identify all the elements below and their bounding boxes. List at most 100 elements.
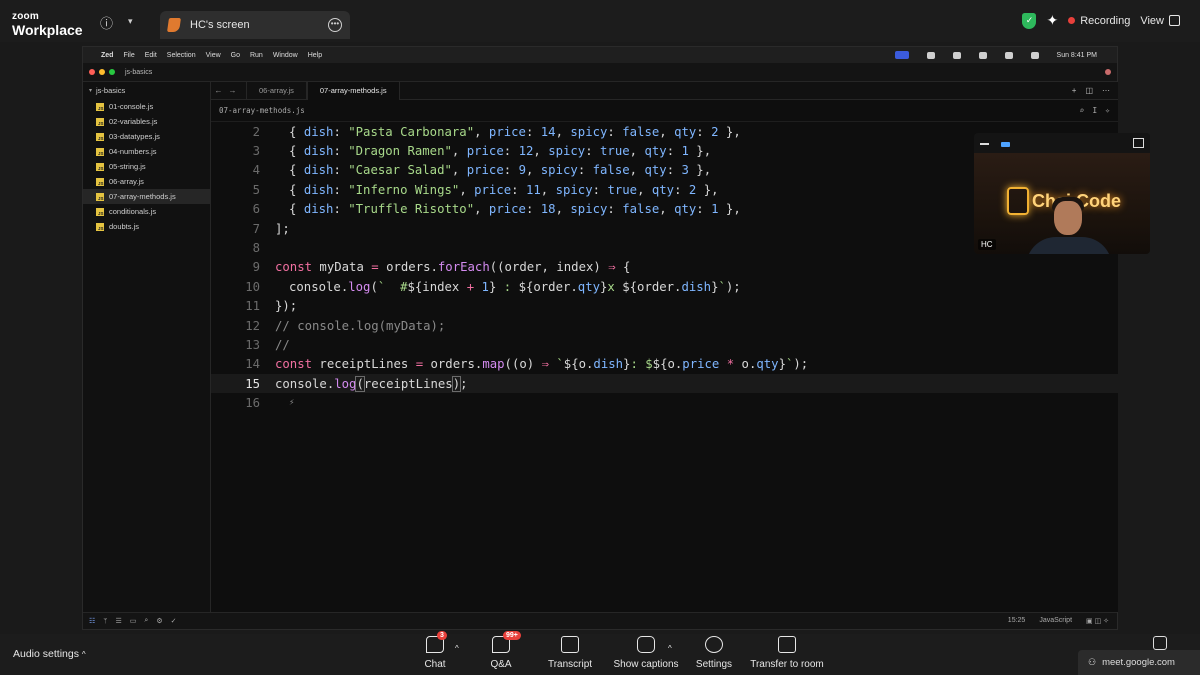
cursor-position[interactable]: 15:25: [1008, 617, 1026, 625]
menu-run[interactable]: Run: [250, 52, 263, 59]
meet-url: meet.google.com: [1102, 657, 1175, 668]
js-file-icon: JS: [96, 162, 104, 171]
new-tab-icon[interactable]: +: [1072, 86, 1077, 95]
outline-icon[interactable]: ☰: [115, 617, 121, 625]
file-item-conditionals[interactable]: JS conditionals.js: [83, 204, 210, 219]
menu-clock[interactable]: Sun 8:41 PM: [1057, 52, 1097, 59]
recording-indicator[interactable]: Recording: [1068, 15, 1130, 27]
qa-button[interactable]: 99+ Q&A: [484, 631, 521, 670]
status-badge-icon[interactable]: [894, 51, 909, 59]
tab-06-array[interactable]: 06-array.js: [246, 81, 307, 100]
breadcrumb: 07-array-methods.js ⌕ I ✧: [211, 100, 1118, 122]
view-label: View: [1140, 14, 1164, 27]
shared-mac-screen: Zed File Edit Selection View Go Run Wind…: [82, 46, 1118, 630]
minimize-window-icon[interactable]: [99, 69, 105, 75]
transfer-to-room-button[interactable]: Transfer to room: [748, 636, 826, 670]
settings-button[interactable]: Settings: [694, 636, 734, 670]
control-icon[interactable]: [952, 51, 961, 59]
video-feed: Chai Code HC: [974, 153, 1150, 254]
file-item-05-string[interactable]: JS 05-string.js: [83, 159, 210, 174]
file-label: 05-string.js: [109, 162, 146, 171]
line-number: 16: [245, 396, 260, 411]
git-branch-icon[interactable]: ᛘ: [103, 618, 107, 625]
project-panel-icon[interactable]: ☷: [89, 617, 95, 625]
assistant-icon[interactable]: ✧: [1105, 106, 1110, 115]
chevron-up-icon: ^: [81, 650, 86, 659]
menu-selection[interactable]: Selection: [167, 52, 196, 59]
project-name[interactable]: js-basics: [125, 69, 152, 76]
diagnostics-icon[interactable]: ✓: [171, 617, 177, 625]
ai-companion-icon[interactable]: ✦: [1046, 12, 1058, 29]
user-avatar[interactable]: [1105, 69, 1111, 75]
file-item-07-array-methods[interactable]: JS 07-array-methods.js: [83, 189, 210, 204]
transcript-button[interactable]: Transcript: [546, 636, 594, 670]
sidebar-root-folder[interactable]: ▾ js-basics: [83, 82, 210, 99]
presenter-video[interactable]: Chai Code HC: [974, 133, 1150, 254]
close-window-icon[interactable]: [89, 69, 95, 75]
menu-file[interactable]: File: [123, 52, 134, 59]
file-item-06-array[interactable]: JS 06-array.js: [83, 174, 210, 189]
security-shield-icon[interactable]: ✓: [1022, 12, 1037, 29]
resize-video-icon[interactable]: [1133, 138, 1144, 148]
raise-hand-icon[interactable]: [1153, 636, 1167, 650]
menu-window[interactable]: Window: [273, 52, 298, 59]
chat-options-chevron-icon[interactable]: ^: [455, 644, 459, 653]
menu-app-zed[interactable]: Zed: [101, 52, 113, 59]
nav-back-forward-icon[interactable]: ←→: [211, 86, 246, 95]
menu-help[interactable]: Help: [308, 52, 322, 59]
file-item-04-numbers[interactable]: JS 04-numbers.js: [83, 144, 210, 159]
chevron-down-icon[interactable]: ▾: [128, 16, 133, 27]
js-file-icon: JS: [96, 192, 104, 201]
qa-badge: 99+: [503, 631, 521, 640]
video-header: [974, 133, 1150, 153]
file-label: 03-datatypes.js: [109, 132, 160, 141]
more-options-icon[interactable]: •••: [328, 18, 342, 32]
file-item-02-variables[interactable]: JS 02-variables.js: [83, 114, 210, 129]
chat-button[interactable]: 3 Chat: [420, 631, 450, 670]
code-line: 16 ⚡: [211, 393, 1118, 412]
line-number: 3: [252, 144, 260, 159]
file-label: 04-numbers.js: [109, 147, 157, 156]
cursor-icon[interactable]: I: [1092, 106, 1097, 115]
maximize-window-icon[interactable]: [109, 69, 115, 75]
search-icon[interactable]: ⌕: [1080, 106, 1085, 115]
terminal-icon[interactable]: ▭: [130, 617, 137, 625]
menu-edit[interactable]: Edit: [145, 52, 157, 59]
tab-07-array-methods[interactable]: 07-array-methods.js: [306, 81, 400, 100]
menu-go[interactable]: Go: [231, 52, 240, 59]
language-selector[interactable]: JavaScript: [1039, 617, 1072, 625]
menu-view[interactable]: View: [206, 52, 221, 59]
grid-view-icon: [1169, 15, 1180, 26]
status-icons[interactable]: ▣ ◫ ✧: [1086, 617, 1109, 625]
video-layout-icon[interactable]: [1001, 142, 1010, 147]
zoom-logo-line2: Workplace: [12, 22, 83, 38]
more-icon[interactable]: ⋯: [1102, 86, 1110, 95]
breadcrumb-file[interactable]: 07-array-methods.js: [219, 106, 305, 115]
code-line: 11});: [211, 297, 1118, 316]
transcript-label: Transcript: [547, 659, 593, 670]
js-file-icon: JS: [96, 177, 104, 186]
control-center-icon[interactable]: [1030, 51, 1039, 59]
bluetooth-icon[interactable]: [978, 51, 987, 59]
split-pane-icon[interactable]: ◫: [1085, 86, 1093, 95]
debug-icon[interactable]: ⚙: [156, 617, 162, 625]
code-line: 14 const receiptLines = orders.map((o) ⇒ …: [211, 355, 1118, 374]
view-button[interactable]: View: [1140, 15, 1180, 27]
info-icon[interactable]: ⓘ: [100, 13, 113, 32]
search-panel-icon[interactable]: ⌕: [144, 617, 148, 625]
show-captions-button[interactable]: Show captions: [612, 636, 680, 670]
audio-settings-button[interactable]: Audio settings ^: [13, 648, 86, 660]
file-item-doubts[interactable]: JS doubts.js: [83, 219, 210, 234]
presenter-name-label: HC: [978, 239, 996, 250]
code-line: 12// console.log(myData);: [211, 316, 1118, 335]
minimize-video-icon[interactable]: [980, 143, 989, 145]
zed-title-bar: js-basics: [83, 63, 1117, 82]
file-item-03-datatypes[interactable]: JS 03-datatypes.js: [83, 129, 210, 144]
file-item-01-console[interactable]: JS 01-console.js: [83, 99, 210, 114]
shared-screen-tab[interactable]: HC's screen •••: [160, 11, 350, 39]
captions-options-chevron-icon[interactable]: ^: [668, 644, 672, 653]
wifi-icon[interactable]: [1004, 51, 1013, 59]
battery-icon[interactable]: [926, 51, 935, 59]
share-app-icon: [167, 18, 181, 32]
meet-link-banner[interactable]: ⚇ meet.google.com: [1078, 650, 1200, 675]
